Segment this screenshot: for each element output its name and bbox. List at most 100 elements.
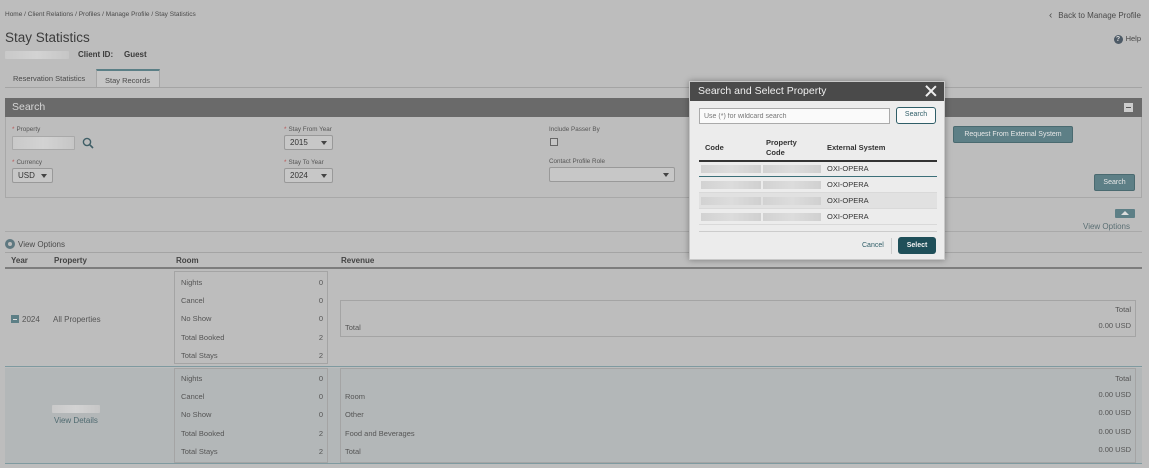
room-stats: Nights 0 Cancel 0 No Show 0 Total Booked 2 T… — [174, 368, 328, 463]
property-code-redacted — [763, 181, 821, 189]
revenue-stats: Total Room 0.00 USD Other 0.00 USD Food … — [340, 368, 1136, 463]
col-property-code-line2: Code — [766, 148, 785, 157]
breadcrumb[interactable]: Home / Client Relations / Profiles / Man… — [5, 11, 196, 18]
collapse-row-icon[interactable] — [11, 315, 19, 323]
button-separator — [891, 238, 892, 254]
select-button[interactable]: Select — [898, 237, 936, 254]
room-stat-value: 0 — [318, 374, 323, 383]
code-redacted — [701, 181, 761, 189]
search-panel-title: Search — [12, 101, 46, 113]
external-system-cell: OXI-OPERA — [827, 180, 869, 189]
list-item[interactable]: OXI-OPERA — [699, 161, 937, 177]
chevron-down-icon — [321, 174, 327, 178]
table-row: 2024 All Properties Nights 0 Cancel 0 No S… — [5, 270, 1142, 366]
property-code-redacted — [763, 197, 821, 205]
room-stat-value: 2 — [318, 429, 323, 438]
currency-select[interactable]: USD — [12, 168, 53, 183]
dialog-search-button[interactable]: Search — [896, 107, 936, 124]
room-stat-value: 0 — [318, 278, 323, 287]
chevron-down-icon — [41, 174, 47, 178]
external-system-cell: OXI-OPERA — [827, 212, 869, 221]
cancel-button[interactable]: Cancel — [862, 242, 884, 249]
revenue-label: Food and Beverages — [345, 429, 415, 438]
close-icon[interactable] — [925, 85, 937, 97]
year-cell[interactable]: 2024 — [11, 315, 40, 324]
collapse-icon[interactable] — [1124, 103, 1133, 112]
tab-stay-records[interactable]: Stay Records — [96, 69, 160, 88]
col-property-code-line1: Property — [766, 138, 797, 147]
help-link[interactable]: ? Help — [1113, 34, 1141, 44]
gear-icon — [5, 239, 15, 249]
back-link-label: Back to Manage Profile — [1058, 11, 1141, 20]
external-system-cell: OXI-OPERA — [827, 164, 869, 173]
dialog-footer-divider — [699, 231, 937, 232]
room-stat-label: Cancel — [181, 392, 205, 401]
revenue-total-header: Total — [1115, 374, 1131, 383]
col-room: Room — [176, 256, 199, 265]
dialog-title: Search and Select Property — [698, 85, 827, 97]
page-background: Home / Client Relations / Profiles / Man… — [0, 0, 1149, 468]
search-button[interactable]: Search — [1094, 174, 1135, 191]
stay-from-label: * Stay From Year — [284, 126, 332, 133]
dialog-header: Search and Select Property — [690, 82, 944, 101]
room-stat-label: Total Booked — [181, 333, 225, 342]
property-search-icon[interactable] — [82, 137, 94, 149]
collapse-up-icon[interactable] — [1115, 209, 1135, 218]
revenue-value: 0.00 USD — [1098, 390, 1131, 399]
property-name-redacted — [52, 405, 100, 413]
room-stat-label: No Show — [181, 410, 212, 419]
revenue-label: Room — [345, 392, 366, 401]
list-item[interactable]: OXI-OPERA — [699, 209, 937, 225]
contact-role-label: Contact Profile Role — [549, 158, 605, 165]
row-divider — [5, 463, 1142, 464]
property-code-redacted — [763, 213, 821, 221]
property-cell: All Properties — [53, 315, 101, 324]
list-item[interactable]: OXI-OPERA — [699, 177, 937, 193]
view-options-link[interactable]: View Options — [5, 239, 65, 249]
code-redacted — [701, 213, 761, 221]
page-title: Stay Statistics — [5, 30, 90, 45]
year-value: 2024 — [22, 315, 40, 324]
request-external-system-button[interactable]: Request From External System — [953, 126, 1073, 143]
stay-to-select[interactable]: 2024 — [284, 168, 333, 183]
tab-divider — [5, 87, 1142, 88]
row-divider — [5, 366, 1142, 367]
table-row: View Details Nights 0 Cancel 0 No Show 0 To… — [5, 368, 1142, 464]
back-to-manage-profile-link[interactable]: ‹ Back to Manage Profile — [1049, 11, 1141, 21]
col-property: Property — [54, 256, 87, 265]
view-options-label: View Options — [18, 240, 65, 249]
room-stat-value: 2 — [318, 447, 323, 456]
col-year: Year — [11, 256, 28, 265]
currency-value: USD — [18, 171, 35, 180]
list-item[interactable]: OXI-OPERA — [699, 193, 937, 209]
include-passer-checkbox[interactable] — [550, 138, 558, 146]
revenue-total-header: Total — [1115, 305, 1131, 314]
revenue-stats: Total Total 0.00 USD — [340, 300, 1136, 337]
tab-reservation-statistics[interactable]: Reservation Statistics — [5, 69, 97, 88]
search-select-property-dialog: Search and Select Property Search Code P… — [689, 81, 945, 260]
room-stat-value: 2 — [318, 351, 323, 360]
table-header: Year Property Room Revenue — [5, 252, 1142, 269]
revenue-value: 0.00 USD — [1098, 321, 1131, 330]
property-search-input[interactable] — [699, 108, 890, 124]
revenue-value: 0.00 USD — [1098, 408, 1131, 417]
contact-role-select[interactable] — [549, 167, 675, 182]
property-label: * Property — [12, 126, 41, 133]
view-options-link-right[interactable]: View Options — [1083, 222, 1130, 231]
col-revenue: Revenue — [341, 256, 375, 265]
stay-to-label: * Stay To Year — [284, 159, 324, 166]
include-passer-label: Include Passer By — [549, 126, 600, 133]
view-details-link[interactable]: View Details — [54, 416, 98, 425]
room-stat-label: No Show — [181, 314, 212, 323]
search-panel-header: Search — [5, 98, 1142, 117]
stay-to-value: 2024 — [290, 171, 308, 180]
revenue-value: 0.00 USD — [1098, 445, 1131, 454]
external-system-cell: OXI-OPERA — [827, 196, 869, 205]
stay-from-select[interactable]: 2015 — [284, 135, 333, 150]
property-input[interactable] — [12, 136, 75, 150]
divider — [5, 231, 1142, 232]
room-stat-value: 2 — [318, 333, 323, 342]
currency-label: * Currency — [12, 159, 42, 166]
room-stat-label: Nights — [181, 278, 203, 287]
chevron-down-icon — [663, 173, 669, 177]
